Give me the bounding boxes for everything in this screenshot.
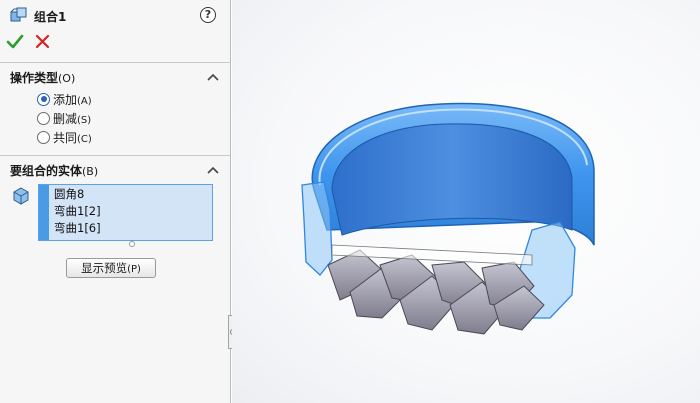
divider: [0, 155, 231, 156]
feature-title: 组合1: [34, 10, 67, 24]
combine-bodies-icon: [10, 7, 27, 22]
panel-header: 组合1 ?: [0, 0, 231, 30]
graphics-viewport[interactable]: [232, 0, 700, 403]
list-resize-handle[interactable]: [129, 241, 135, 247]
list-items: 圆角8 弯曲1[2] 弯曲1[6]: [49, 185, 212, 240]
radio-common[interactable]: 共同(C): [37, 129, 92, 145]
chain-links: [327, 244, 545, 335]
selection-accent: [39, 185, 49, 240]
cancel-button[interactable]: [34, 33, 52, 51]
bodies-selection-list[interactable]: 圆角8 弯曲1[2] 弯曲1[6]: [38, 184, 213, 241]
list-item[interactable]: 圆角8: [54, 186, 212, 203]
help-icon[interactable]: ?: [200, 7, 216, 23]
show-preview-button[interactable]: 显示预览(P): [66, 258, 156, 278]
radio-button[interactable]: [37, 130, 50, 144]
list-item[interactable]: 弯曲1[2]: [54, 203, 212, 220]
ring-model[interactable]: [232, 0, 700, 403]
radio-button[interactable]: [37, 111, 50, 125]
divider: [0, 62, 231, 63]
radio-add[interactable]: 添加(A): [37, 91, 92, 107]
operation-type-title: 操作类型(O): [10, 71, 76, 85]
bodies-to-combine-title: 要组合的实体(B): [10, 164, 99, 178]
solid-body-icon: [13, 187, 29, 205]
radio-button[interactable]: [37, 92, 50, 106]
chevron-up-icon[interactable]: [207, 166, 219, 174]
chevron-up-icon[interactable]: [207, 73, 219, 81]
ring-band-inner: [331, 123, 573, 236]
list-item[interactable]: 弯曲1[6]: [54, 220, 212, 237]
ring-end-left: [301, 181, 333, 276]
property-manager-panel: 组合1 ? 操作类型(O) 添加(A) 删减(S) 共同(C) 要组合的实体(B…: [0, 0, 231, 403]
ok-button[interactable]: [6, 33, 24, 51]
radio-subtract[interactable]: 删减(S): [37, 110, 91, 126]
